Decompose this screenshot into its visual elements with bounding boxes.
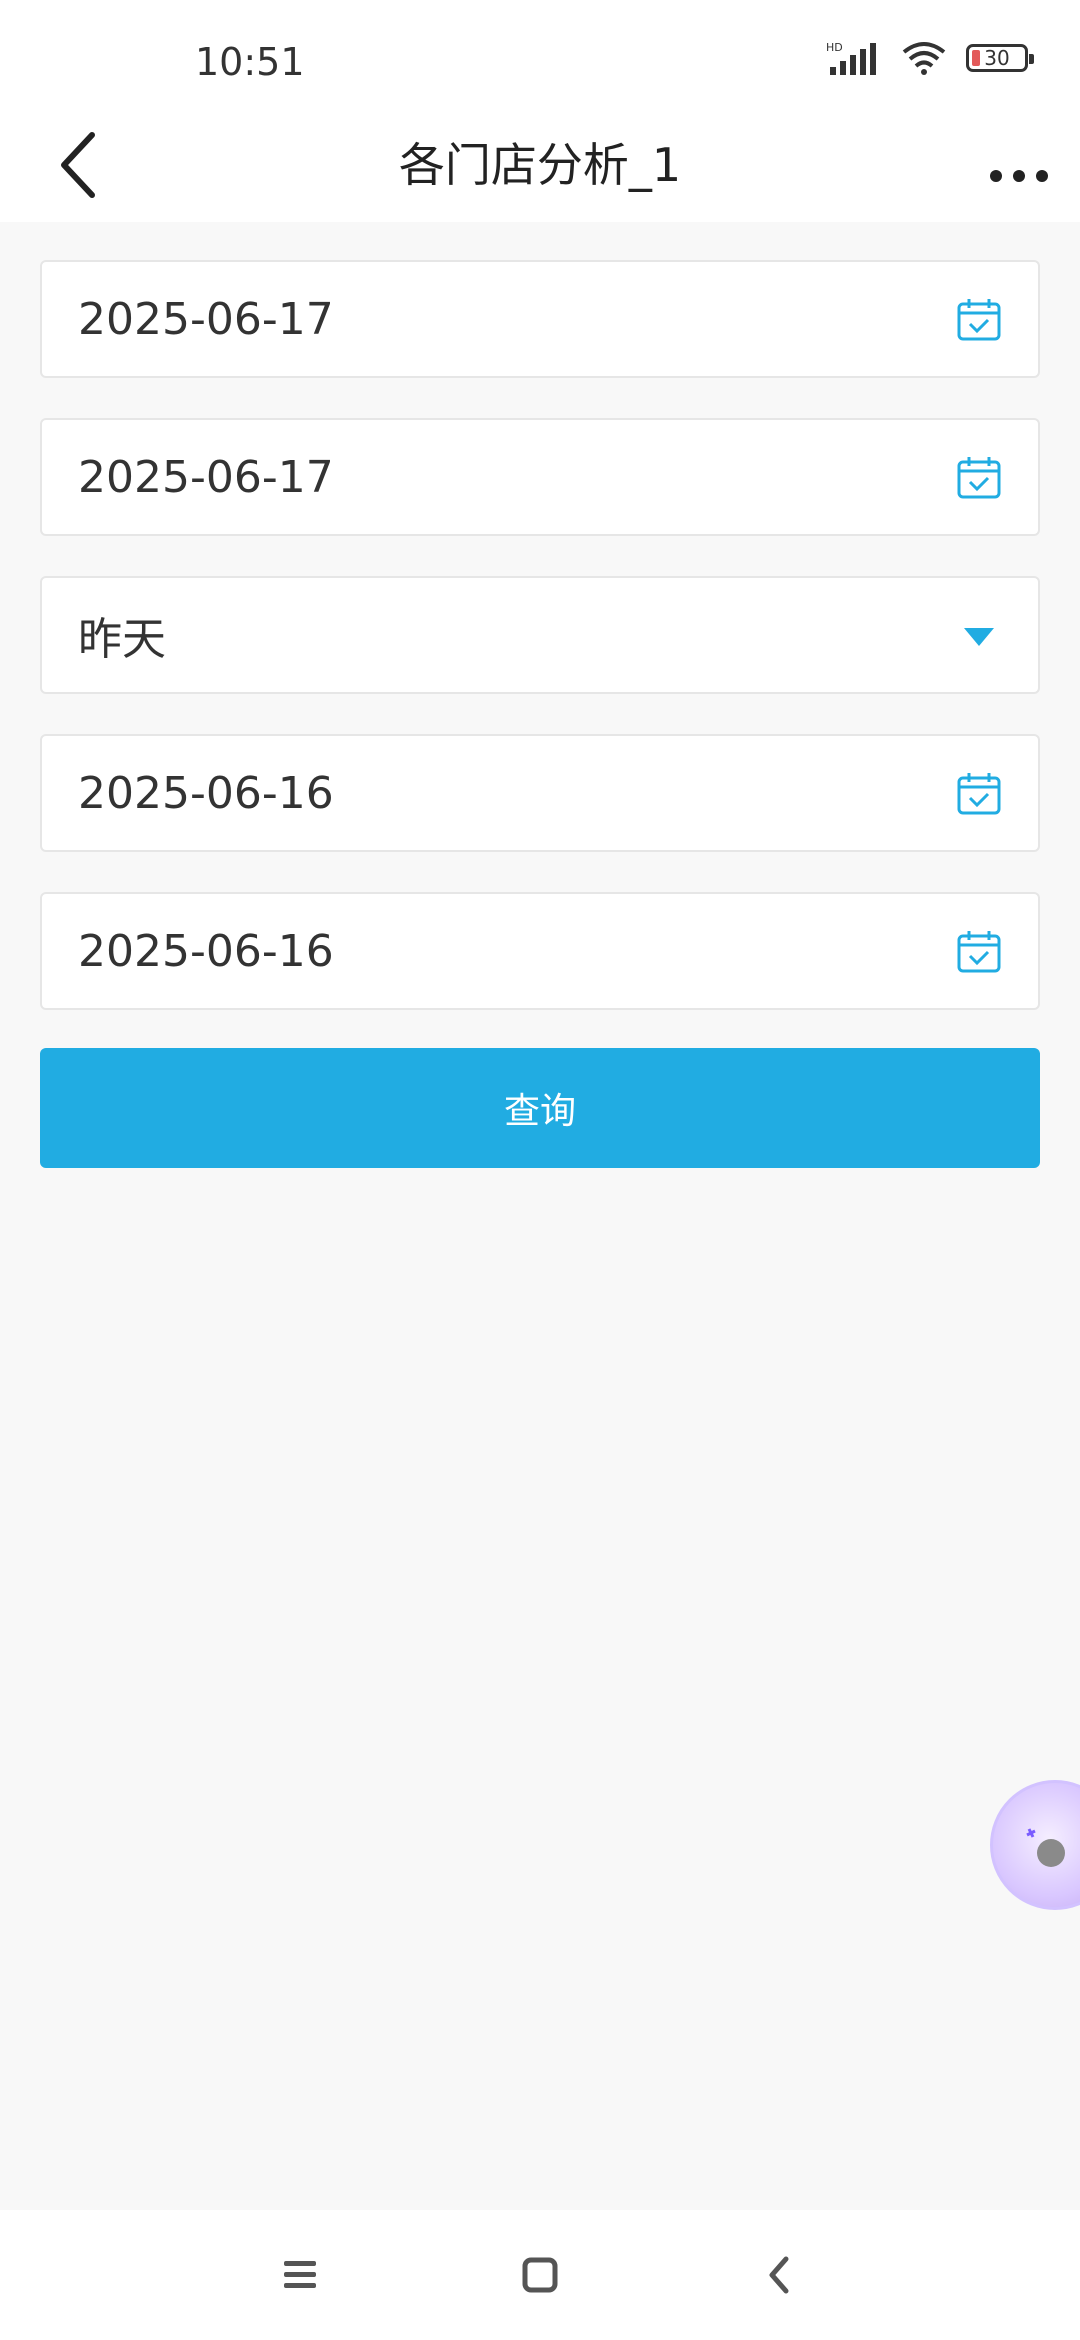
compare-end-date-value: 2025-06-16 bbox=[78, 925, 334, 977]
page-title: 各门店分析_1 bbox=[398, 138, 682, 192]
query-form: 2025-06-17 2025-06-17 昨天 2025-06-16 2025… bbox=[40, 260, 1040, 1168]
period-select[interactable]: 昨天 bbox=[40, 576, 1040, 694]
calendar-icon[interactable] bbox=[956, 454, 1002, 500]
status-icons: HD 30 bbox=[826, 40, 1034, 76]
compare-end-date-field[interactable]: 2025-06-16 bbox=[40, 892, 1040, 1010]
floating-assistant-button[interactable] bbox=[990, 1780, 1080, 1910]
assistant-icon bbox=[1026, 1828, 1065, 1867]
period-select-value: 昨天 bbox=[78, 614, 166, 665]
compare-start-date-field[interactable]: 2025-06-16 bbox=[40, 734, 1040, 852]
calendar-icon[interactable] bbox=[956, 928, 1002, 974]
battery-level: 30 bbox=[984, 46, 1010, 70]
compare-start-date-value: 2025-06-16 bbox=[78, 767, 334, 819]
back-icon[interactable] bbox=[750, 2245, 810, 2305]
end-date-field[interactable]: 2025-06-17 bbox=[40, 418, 1040, 536]
start-date-field[interactable]: 2025-06-17 bbox=[40, 260, 1040, 378]
home-icon[interactable] bbox=[510, 2245, 570, 2305]
status-time: 10:51 bbox=[195, 40, 305, 84]
wifi-icon bbox=[902, 42, 946, 75]
battery-icon: 30 bbox=[966, 44, 1034, 72]
calendar-icon[interactable] bbox=[956, 296, 1002, 342]
system-nav-bar bbox=[0, 2210, 1080, 2340]
signal-icon: HD bbox=[826, 41, 876, 75]
end-date-value: 2025-06-17 bbox=[78, 451, 334, 503]
calendar-icon[interactable] bbox=[956, 770, 1002, 816]
query-button[interactable]: 查询 bbox=[40, 1048, 1040, 1168]
dropdown-triangle-icon[interactable] bbox=[964, 628, 994, 648]
menu-icon[interactable] bbox=[270, 2245, 330, 2305]
status-bar: 10:51 HD 30 bbox=[0, 0, 1080, 120]
svg-text:HD: HD bbox=[826, 41, 843, 54]
start-date-value: 2025-06-17 bbox=[78, 293, 334, 345]
nav-bar: 各门店分析_1 bbox=[0, 110, 1080, 222]
more-options-icon[interactable] bbox=[984, 130, 1054, 200]
